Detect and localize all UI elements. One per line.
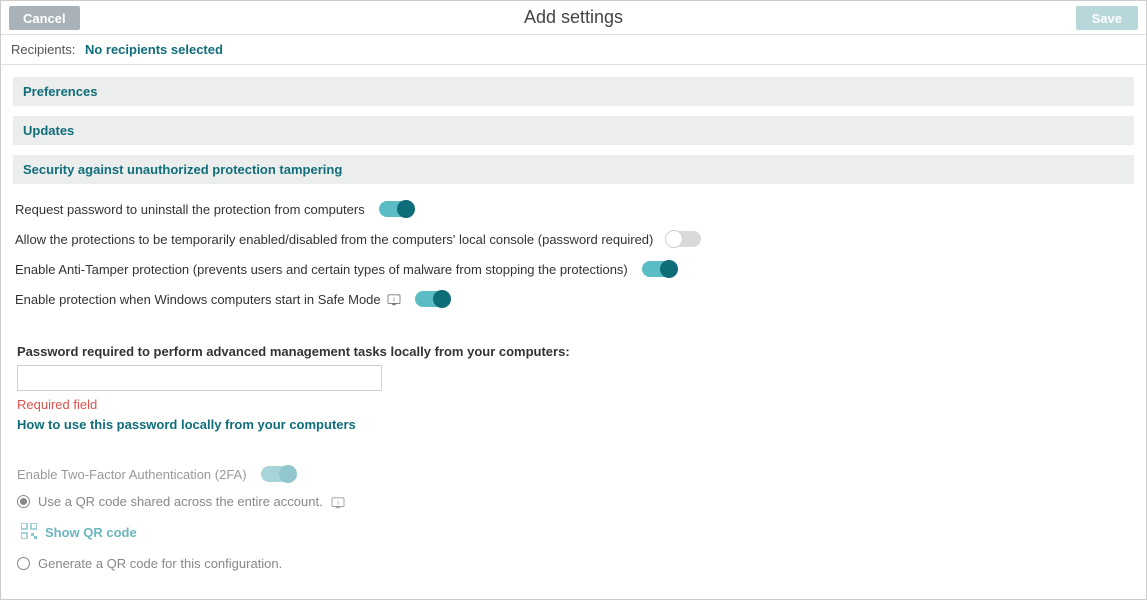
svg-text:i: i — [393, 296, 395, 303]
save-button[interactable]: Save — [1076, 6, 1138, 30]
opt-label: Enable Anti-Tamper protection (prevents … — [15, 262, 628, 277]
opt-anti-tamper: Enable Anti-Tamper protection (prevents … — [15, 254, 1132, 284]
radio-icon[interactable] — [17, 495, 30, 508]
radio-shared-qr[interactable]: Use a QR code shared across the entire a… — [17, 486, 1130, 517]
qr-icon — [21, 523, 37, 542]
password-help-link[interactable]: How to use this password locally from yo… — [17, 417, 1130, 432]
opt-request-password-uninstall: Request password to uninstall the protec… — [15, 194, 1132, 224]
recipients-label: Recipients: — [11, 42, 75, 57]
toggle-request-password-uninstall[interactable] — [379, 201, 413, 217]
info-icon[interactable]: i — [387, 292, 401, 307]
radio-config-qr[interactable]: Generate a QR code for this configuratio… — [17, 548, 1130, 579]
radio-icon[interactable] — [17, 557, 30, 570]
section-preferences[interactable]: Preferences — [13, 77, 1134, 106]
recipients-bar: Recipients: No recipients selected — [1, 35, 1146, 65]
toggle-allow-temp-disable[interactable] — [667, 231, 701, 247]
opt-label: Request password to uninstall the protec… — [15, 202, 365, 217]
toggle-safe-mode[interactable] — [415, 291, 449, 307]
toggle-anti-tamper[interactable] — [642, 261, 676, 277]
opt-label: Enable Two-Factor Authentication (2FA) — [17, 467, 247, 482]
toggle-twofa[interactable] — [261, 466, 295, 482]
section-updates[interactable]: Updates — [13, 116, 1134, 145]
twofa-section: Enable Two-Factor Authentication (2FA) U… — [15, 432, 1132, 579]
section-security[interactable]: Security against unauthorized protection… — [13, 155, 1134, 184]
radio-label: Generate a QR code for this configuratio… — [38, 556, 282, 571]
password-section: Password required to perform advanced ma… — [15, 314, 1132, 432]
show-qr-button[interactable]: Show QR code — [17, 517, 1130, 548]
page-title: Add settings — [1, 7, 1146, 28]
show-qr-label: Show QR code — [45, 525, 137, 540]
opt-label: Allow the protections to be temporarily … — [15, 232, 653, 247]
security-body: Request password to uninstall the protec… — [13, 184, 1134, 579]
svg-text:i: i — [337, 499, 339, 506]
opt-label: Enable protection when Windows computers… — [15, 292, 381, 307]
header: Cancel Add settings Save — [1, 1, 1146, 35]
recipients-value[interactable]: No recipients selected — [85, 42, 223, 57]
info-icon[interactable]: i — [331, 494, 345, 509]
opt-safe-mode: Enable protection when Windows computers… — [15, 284, 1132, 314]
radio-label: Use a QR code shared across the entire a… — [38, 494, 323, 509]
password-input[interactable] — [17, 365, 382, 391]
required-field-msg: Required field — [17, 397, 1130, 412]
password-label: Password required to perform advanced ma… — [17, 344, 1130, 359]
opt-allow-temp-disable: Allow the protections to be temporarily … — [15, 224, 1132, 254]
opt-twofa: Enable Two-Factor Authentication (2FA) — [17, 462, 1130, 486]
